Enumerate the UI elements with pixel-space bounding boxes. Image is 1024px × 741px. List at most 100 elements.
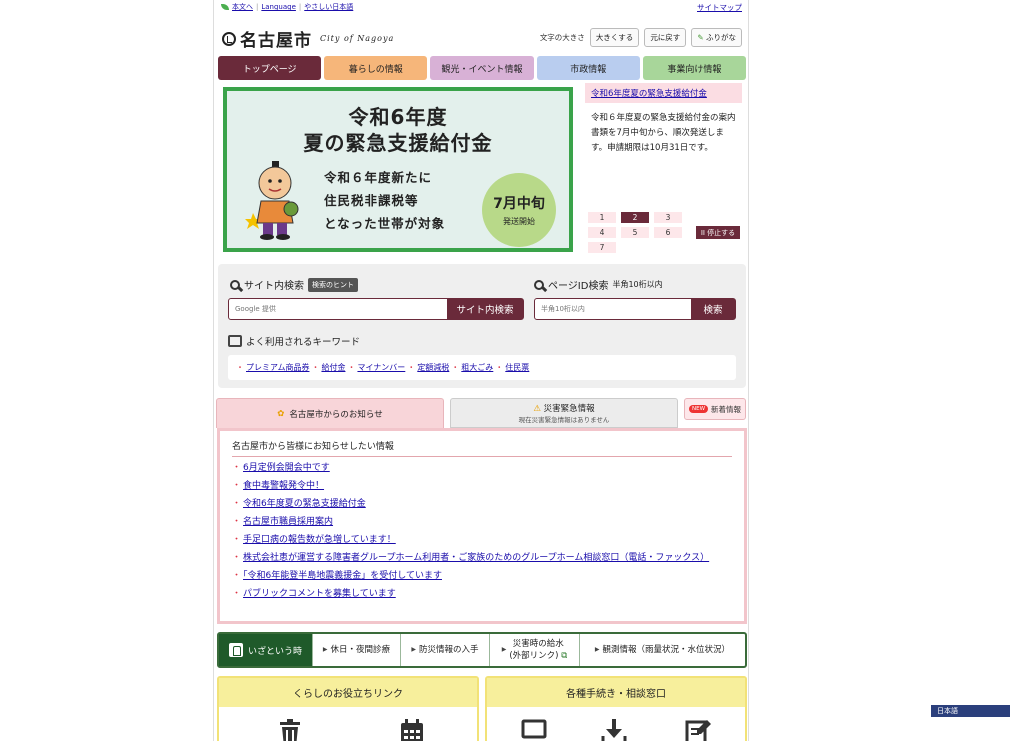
notice-item: ・名古屋市職員採用案内 [232, 517, 732, 528]
bullet: ・ [232, 571, 242, 581]
font-reset-button[interactable]: 元に戻す [644, 28, 687, 47]
nav-tab[interactable]: 事業向け情報 [642, 56, 747, 80]
notice-item: ・株式会社恵が運営する障害者グループホーム利用者・ご家族のためのグループホーム相… [232, 553, 732, 564]
bullet: ・ [407, 363, 416, 372]
notice-link[interactable]: 株式会社恵が運営する障害者グループホーム利用者・ご家族のためのグループホーム相談… [243, 553, 709, 563]
carousel-page-button[interactable]: 6 [654, 227, 682, 238]
leaf-icon [221, 4, 229, 10]
bullet: ・ [311, 363, 320, 372]
notice-link[interactable]: 手足口病の報告数が急増しています！ [243, 535, 396, 545]
keyword-link[interactable]: 粗大ごみ [461, 362, 493, 373]
hero-title-line2: 夏の緊急支援給付金 [303, 131, 493, 155]
bullet: ・ [236, 363, 244, 372]
furigana-button[interactable]: ✎ ふりがな [691, 28, 742, 47]
site-search-input[interactable] [229, 299, 447, 319]
emergency-link-label: 観測情報（雨量状況・水位状況） [602, 645, 731, 655]
emergency-lead: いざという時 [219, 634, 312, 666]
hero-line: 住民税非課税等 [324, 193, 419, 208]
computer-icon[interactable] [521, 718, 547, 741]
font-size-label: 文字の大きさ [539, 33, 585, 42]
page-id-search-button[interactable]: 検索 [691, 299, 735, 319]
skip-to-content-link[interactable]: 本文へ [232, 2, 253, 12]
tab-city-notices[interactable]: ✿ 名古屋市からのお知らせ [216, 398, 444, 428]
notice-item: ・パブリックコメントを募集しています [232, 589, 732, 600]
procedures-panel: 各種手続き・相談窓口 [485, 676, 747, 741]
keyword-link[interactable]: マイナンバー [357, 362, 405, 373]
notice-link[interactable]: 6月定例会開会中です [243, 463, 330, 473]
site-logo[interactable]: 名古屋市 City of Nagoya [222, 26, 394, 51]
download-icon[interactable] [601, 718, 627, 741]
carousel-page-button[interactable]: 7 [588, 242, 616, 253]
keyword-link[interactable]: 定額減税 [417, 362, 449, 373]
nav-tab[interactable]: 暮らしの情報 [324, 56, 428, 80]
keyword-link[interactable]: プレミアム商品券 [246, 362, 309, 373]
carousel-caption-link[interactable]: 令和6年度夏の緊急支援給付金 [591, 89, 707, 99]
sitemap-link[interactable]: サイトマップ [697, 2, 742, 13]
arrow-icon: ▶ [501, 646, 507, 653]
bullet: ・ [232, 589, 242, 599]
arrow-icon: ▶ [594, 646, 600, 653]
site-search-button[interactable]: サイト内検索 [447, 299, 523, 319]
keywords-label: よく利用されるキーワード [246, 337, 361, 348]
notice-panel: 名古屋市から皆様にお知らせしたい情報 ・ 6月定例会開会中です・食中毒警報発令中！… [217, 428, 747, 624]
furigana-icon: ✎ [697, 33, 704, 42]
emergency-link-clinic[interactable]: ▶ 休日・夜間診療 [312, 634, 400, 666]
notice-link[interactable]: 名古屋市職員採用案内 [243, 517, 333, 527]
calendar-icon[interactable] [399, 718, 425, 741]
tab-disaster-title: ⚠ 災害緊急情報 [533, 402, 594, 414]
font-size-controls: 文字の大きさ 大きくする 元に戻す ✎ ふりがな [540, 28, 742, 47]
hero-banner[interactable]: 令和6年度 夏の緊急支援給付金 令和６年度新たに 住民税非課税等 となった世帯が… [223, 87, 573, 252]
carousel-page-button[interactable]: 1 [588, 212, 616, 223]
nav-tab[interactable]: 観光・イベント情報 [430, 56, 534, 80]
site-subtitle: City of Nagoya [320, 34, 395, 43]
useful-links-panel: くらしのお役立ちリンク [217, 676, 479, 741]
emergency-link-water[interactable]: ▶ 災害時の給水 (外部リンク) ⧉ [489, 634, 579, 666]
nav-tab[interactable]: トップページ [218, 56, 322, 80]
search-hint-button[interactable]: 検索のヒント [308, 277, 358, 292]
easy-japanese-link[interactable]: やさしい日本語 [304, 2, 353, 12]
carousel-page-button[interactable]: 2 [621, 212, 649, 223]
tab-disaster-sub: 現在災害緊急情報はありません [518, 416, 610, 424]
language-select-button[interactable]: 日本語 [931, 705, 1010, 717]
emergency-water-text: 災害時の給水 (外部リンク) ⧉ [509, 638, 567, 662]
city-emblem-icon [222, 31, 236, 46]
keyword-link[interactable]: 給付金 [321, 362, 345, 373]
new-info-button[interactable]: NEW 新着情報 [684, 398, 746, 420]
tab-disaster-info[interactable]: ⚠ 災害緊急情報 現在災害緊急情報はありません [450, 398, 678, 428]
emergency-link-disaster[interactable]: ▶ 防災情報の入手 [400, 634, 489, 666]
page-container: 本文へ | Language | やさしい日本語 サイトマップ 名古屋市 Cit… [213, 0, 749, 741]
bullet: ・ [232, 535, 242, 545]
separator: | [298, 3, 302, 11]
document-edit-icon[interactable] [685, 718, 711, 741]
emergency-lead-label: いざという時 [247, 646, 302, 657]
keywords-icon [228, 335, 242, 347]
nav-tab[interactable]: 市政情報 [536, 56, 640, 80]
new-info-label: 新着情報 [711, 404, 742, 414]
page-id-input[interactable] [535, 299, 691, 319]
notice-link[interactable]: 食中毒警報発令中！ [243, 481, 324, 491]
notice-item: ・手足口病の報告数が急増しています！ [232, 535, 732, 546]
bullet: ・ [232, 499, 242, 509]
furigana-label: ふりがな [706, 33, 736, 42]
keyword-list: ・プレミアム商品券・給付金・マイナンバー・定額減税・粗大ごみ・住民票 [228, 355, 736, 380]
carousel-page-button[interactable]: 5 [621, 227, 649, 238]
carousel-stop-button[interactable]: II 停止する [696, 226, 740, 239]
notice-link[interactable]: パブリックコメントを募集しています [243, 589, 396, 599]
hero-title-line1: 令和6年度 [348, 105, 448, 129]
notice-link[interactable]: 「令和6年能登半島地震義援金」を受付しています [243, 571, 442, 581]
emergency-link-observation[interactable]: ▶ 観測情報（雨量状況・水位状況） [579, 634, 745, 666]
useful-links-heading: くらしのお役立ちリンク [219, 678, 477, 707]
carousel-caption-head: 令和6年度夏の緊急支援給付金 [585, 83, 742, 103]
emergency-link-label: 休日・夜間診療 [330, 645, 391, 655]
carousel-page-button[interactable]: 4 [588, 227, 616, 238]
carousel-page-button[interactable]: 3 [654, 212, 682, 223]
bulb-icon: ✿ [277, 408, 285, 419]
tab-disaster-label: 災害緊急情報 [543, 404, 595, 414]
notice-list: ・ 6月定例会開会中です・食中毒警報発令中！・令和6年度夏の緊急支援給付金・名古屋… [232, 463, 732, 600]
font-bigger-button[interactable]: 大きくする [589, 28, 640, 47]
trash-icon[interactable] [277, 718, 303, 741]
language-link[interactable]: Language [261, 3, 296, 11]
page-id-box: 検索 [534, 298, 736, 320]
keyword-link[interactable]: 住民票 [505, 362, 529, 373]
notice-link[interactable]: 令和6年度夏の緊急支援給付金 [243, 499, 366, 509]
